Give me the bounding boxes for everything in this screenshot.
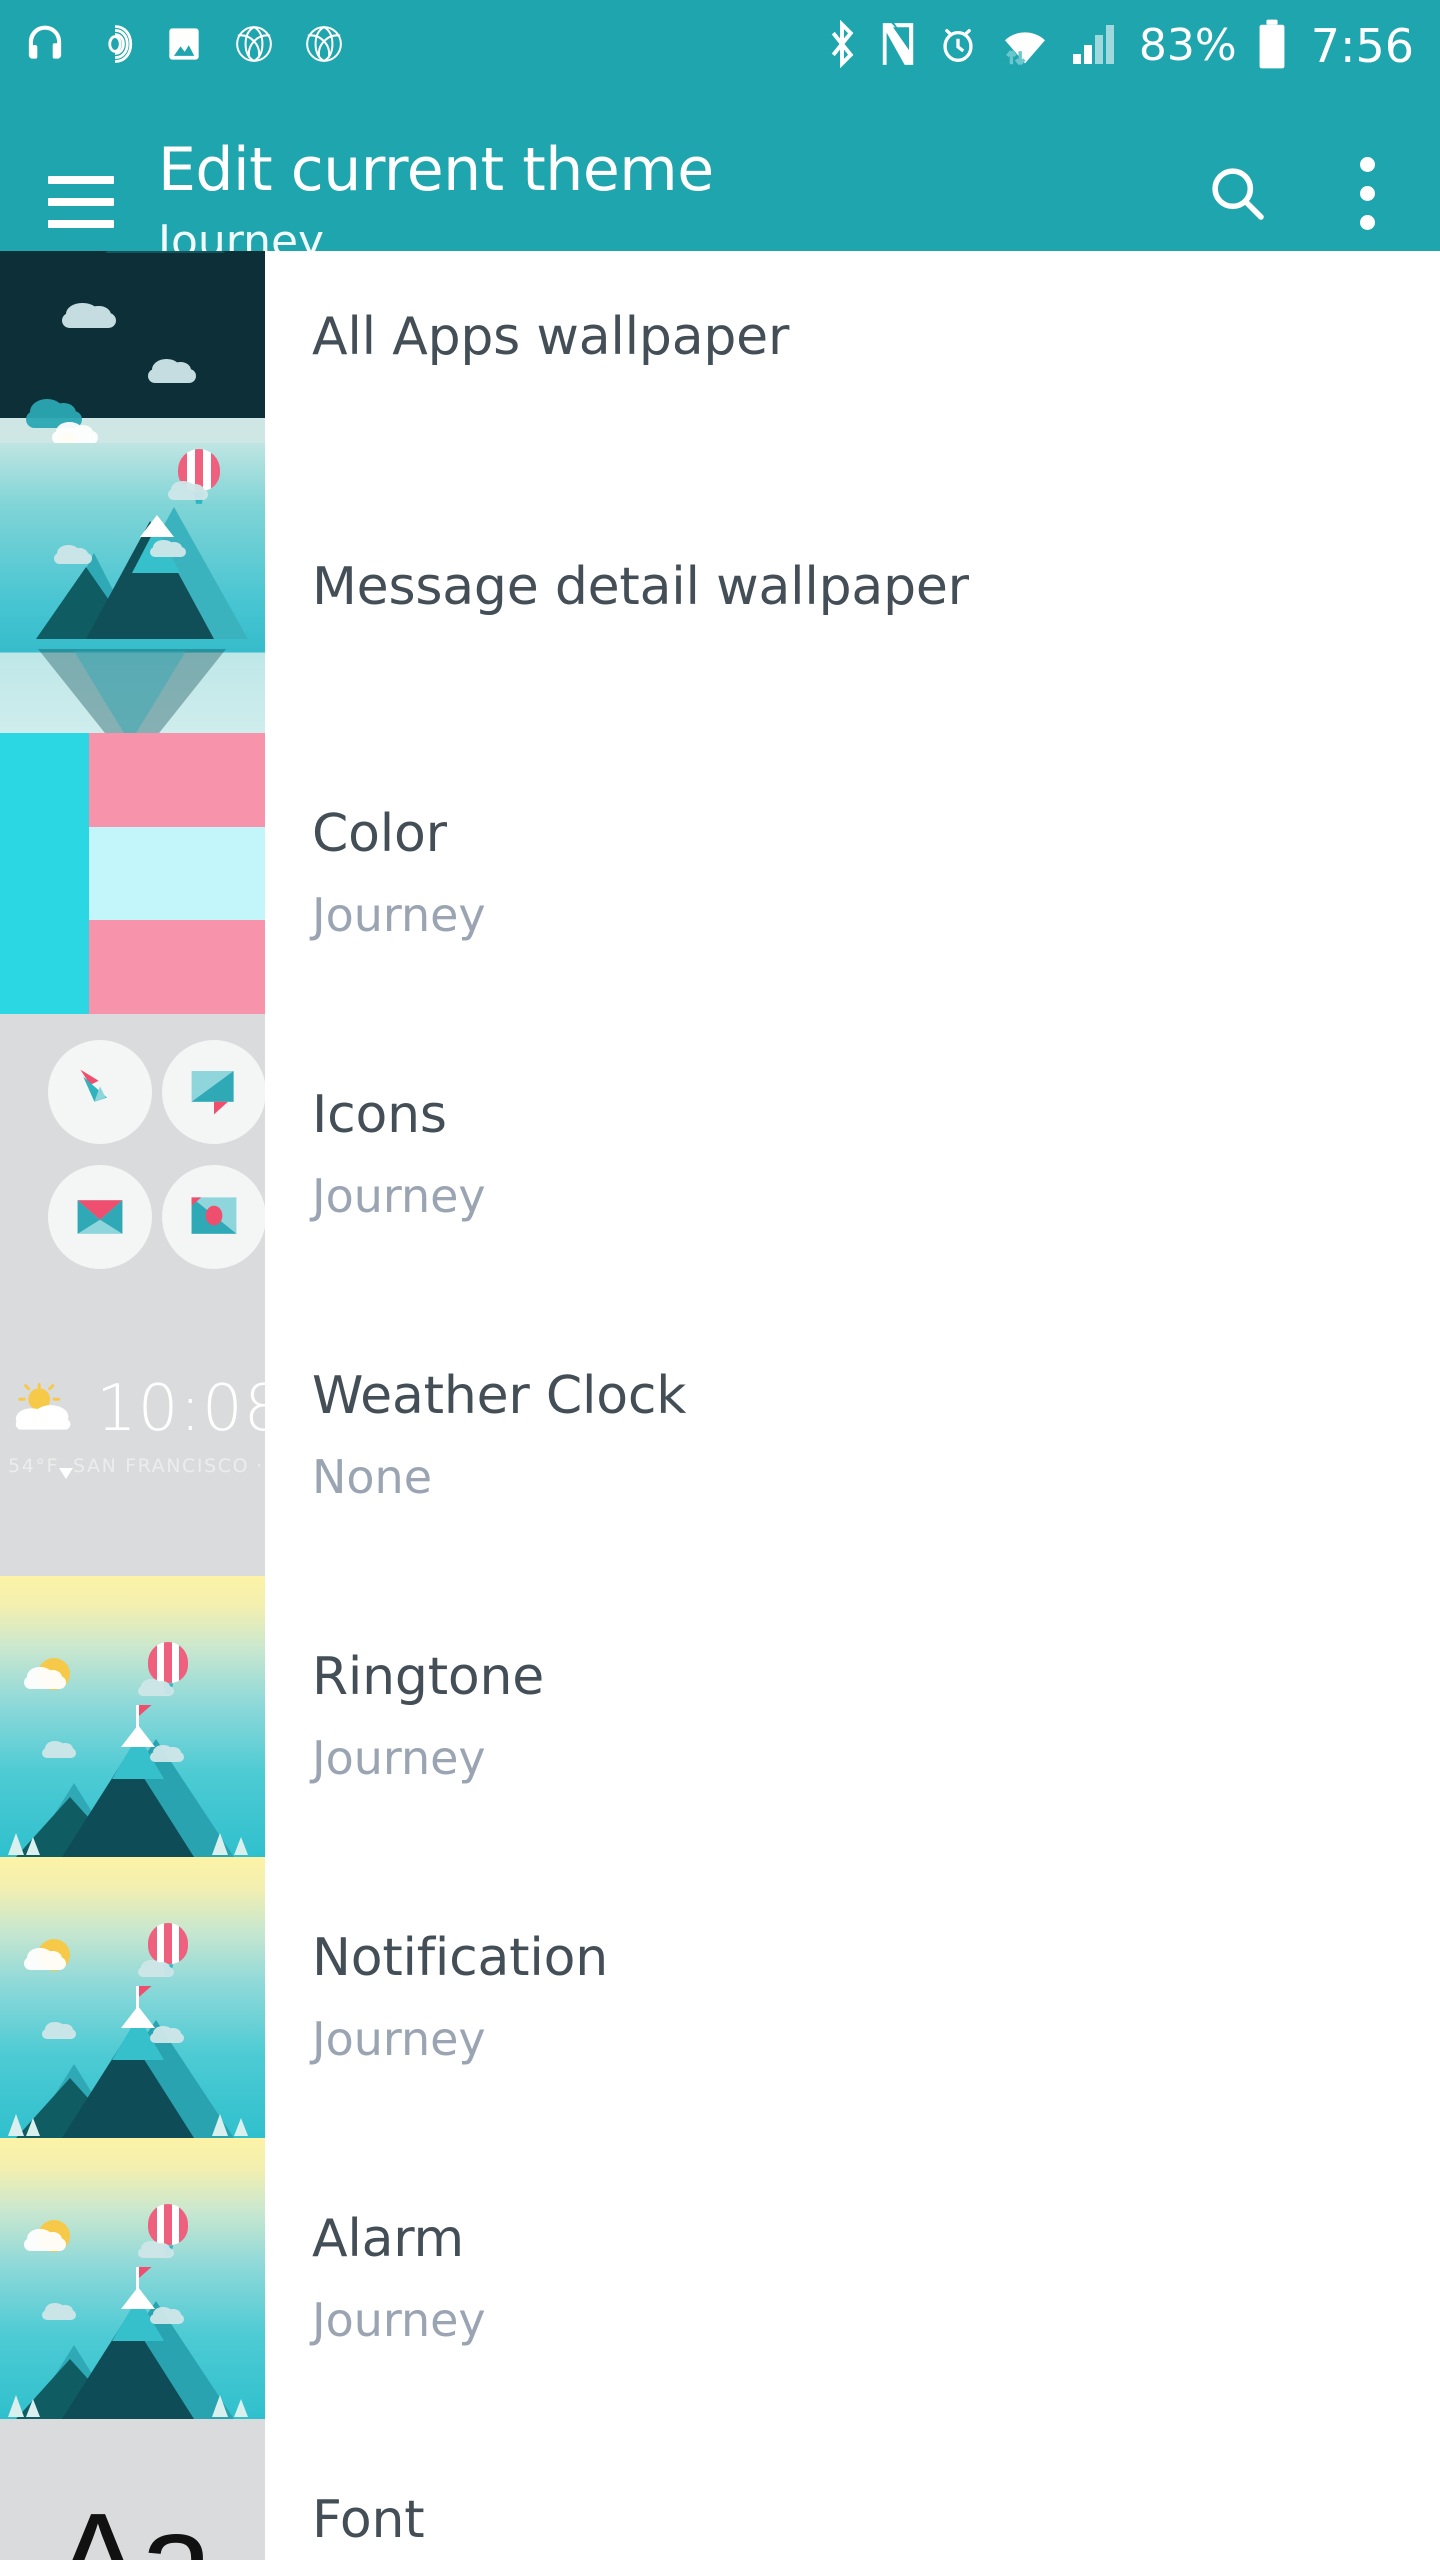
image-icon <box>162 22 206 70</box>
mountain-wallpaper-thumbnail <box>0 2138 265 2419</box>
list-item-body: Alarm Journey <box>265 2138 1440 2419</box>
list-item-body: Font Journey <box>265 2419 1440 2560</box>
page-title: Edit current theme <box>158 135 714 205</box>
night-wallpaper-thumbnail <box>0 251 265 443</box>
list-item-all-apps-wallpaper[interactable]: All Apps wallpaper <box>0 251 1440 443</box>
weather-clock-time: 10:08 <box>96 1372 265 1447</box>
swatch-lightcyan <box>88 826 265 921</box>
app-bar-titles: Edit current theme Journey <box>158 126 1198 270</box>
list-item-title: Font <box>312 2490 425 2551</box>
swatch-pink-1 <box>88 733 265 827</box>
overflow-menu-icon[interactable] <box>1328 154 1406 232</box>
font-sample-text: Aa <box>53 2485 213 2560</box>
spiral-icon <box>94 22 136 70</box>
list-item-font[interactable]: Aa Font Journey <box>0 2419 1440 2560</box>
wifi-icon <box>999 20 1051 72</box>
list-item-body: Weather Clock None <box>265 1295 1440 1576</box>
list-item-subtitle: Journey <box>312 2292 486 2347</box>
list-item-weather-clock[interactable]: 10:08 54°F SAN FRANCISCO · 10/13 Weather… <box>0 1295 1440 1576</box>
list-item-color[interactable]: Color Journey <box>0 733 1440 1014</box>
list-item-body: All Apps wallpaper <box>265 251 1440 443</box>
list-item-title: Ringtone <box>312 1647 545 1708</box>
list-item-subtitle: Journey <box>312 1168 486 1223</box>
sun-behind-cloud-icon <box>8 1383 86 1435</box>
lake-wallpaper-thumbnail <box>0 443 265 733</box>
list-item-title: Message detail wallpaper <box>312 557 969 618</box>
app-bar-actions <box>1198 126 1406 232</box>
weather-clock-temperature: 54°F <box>8 1455 60 1478</box>
message-app-icon <box>162 1039 265 1144</box>
list-item-title: Icons <box>312 1085 447 1146</box>
swatch-pink-2 <box>88 920 265 1014</box>
list-item-subtitle: None <box>312 1449 433 1504</box>
signal-icon <box>1071 20 1119 72</box>
battery-icon <box>1257 18 1287 74</box>
status-bar: 83% 7:56 <box>0 0 1440 92</box>
mountain-wallpaper-thumbnail <box>0 1857 265 2138</box>
list-item-icons[interactable]: Icons Journey <box>0 1014 1440 1295</box>
status-bar-left-icons <box>22 22 346 70</box>
hamburger-menu-icon[interactable] <box>48 176 114 228</box>
list-item-body: Message detail wallpaper <box>265 443 1440 733</box>
list-item-subtitle: Journey <box>312 2011 486 2066</box>
mountain-wallpaper-thumbnail <box>0 1576 265 1857</box>
weather-clock-location: SAN FRANCISCO <box>73 1455 250 1478</box>
kebab-dots <box>1359 156 1375 230</box>
theme-options-list: All Apps wallpaper Message detail wallpa… <box>0 251 1440 2560</box>
status-bar-right-icons: 83% 7:56 <box>825 18 1414 74</box>
list-item-title: Notification <box>312 1928 608 1989</box>
list-item-body: Ringtone Journey <box>265 1576 1440 1857</box>
bluetooth-icon <box>825 19 859 72</box>
list-item-title: Weather Clock <box>312 1366 687 1427</box>
icon-pack-thumbnail <box>0 1014 265 1295</box>
flower-icon <box>232 22 276 70</box>
list-item-body: Notification Journey <box>265 1857 1440 2138</box>
cursor-app-icon <box>48 1039 152 1144</box>
swatch-primary <box>0 733 89 1014</box>
list-item-ringtone[interactable]: Ringtone Journey <box>0 1576 1440 1857</box>
battery-percent-label: 83% <box>1138 20 1237 71</box>
list-item-body: Icons Journey <box>265 1014 1440 1295</box>
list-item-subtitle: Journey <box>312 1730 486 1785</box>
list-item-body: Color Journey <box>265 733 1440 1014</box>
list-item-message-detail-wallpaper[interactable]: Message detail wallpaper <box>0 443 1440 733</box>
list-item-title: Color <box>312 804 447 865</box>
status-bar-clock: 7:56 <box>1310 19 1414 73</box>
weather-clock-separator: · <box>256 1455 264 1478</box>
alarm-icon <box>937 21 979 71</box>
search-icon[interactable] <box>1198 154 1276 232</box>
swatch-accents <box>88 733 265 1014</box>
font-preview-thumbnail: Aa <box>0 2419 265 2560</box>
email-app-icon <box>48 1165 152 1270</box>
list-item-notification[interactable]: Notification Journey <box>0 1857 1440 2138</box>
headphones-icon <box>22 22 68 70</box>
list-item-title: All Apps wallpaper <box>312 307 790 368</box>
color-swatch-thumbnail <box>0 733 265 1014</box>
nfc-icon <box>879 20 917 72</box>
list-item-title: Alarm <box>312 2209 465 2270</box>
list-item-subtitle: Journey <box>312 887 486 942</box>
weather-clock-thumbnail: 10:08 54°F SAN FRANCISCO · 10/13 <box>0 1295 265 1576</box>
list-item-alarm[interactable]: Alarm Journey <box>0 2138 1440 2419</box>
camera-app-icon <box>162 1165 265 1270</box>
flower-icon-2 <box>302 22 346 70</box>
weather-clock-meta: 54°F SAN FRANCISCO · 10/13 <box>8 1455 265 1477</box>
